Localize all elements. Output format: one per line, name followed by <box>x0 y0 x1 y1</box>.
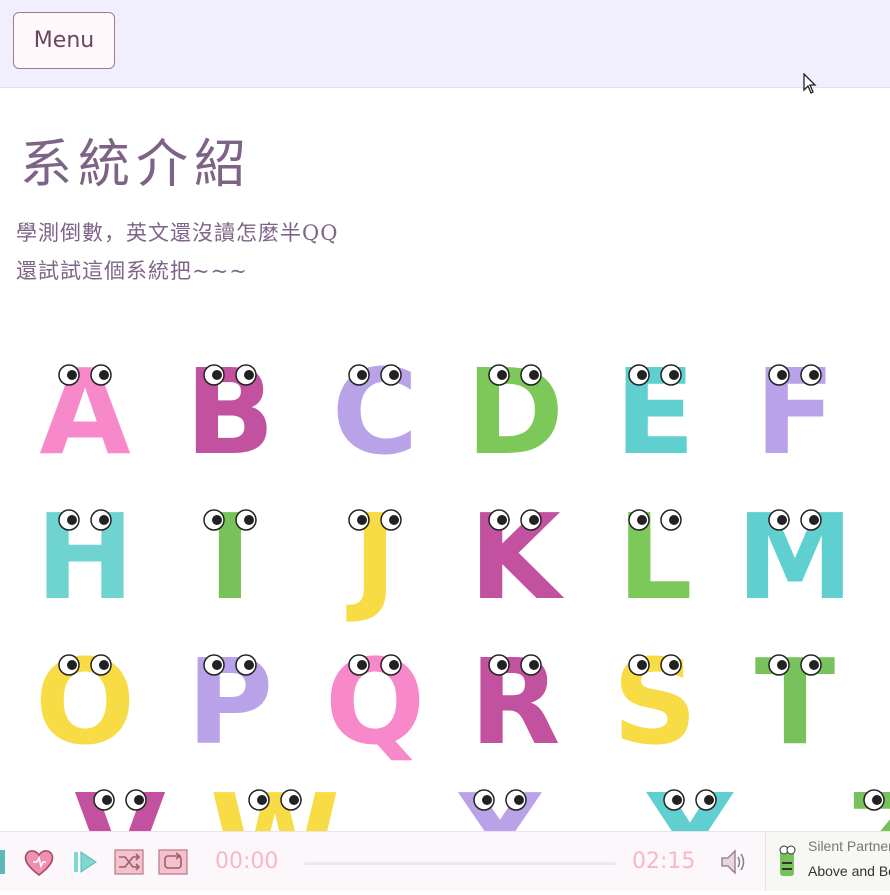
heart-icon[interactable] <box>22 846 56 878</box>
monster-thumbnail-icon <box>779 845 796 876</box>
monster-letter-h: H <box>25 480 145 626</box>
monster-letter-e: E <box>595 335 715 481</box>
monster-letter-a: A <box>25 335 145 481</box>
svg-text:S: S <box>613 633 698 771</box>
monster-letter-i: I <box>170 480 290 626</box>
track-title: Silent Partner <box>808 838 890 854</box>
svg-text:E: E <box>615 343 696 481</box>
monster-letter-s: S <box>595 625 715 771</box>
monster-letter-b: B <box>170 335 290 481</box>
svg-text:J: J <box>346 488 397 626</box>
monster-letter-c: C <box>315 335 435 481</box>
svg-text:B: B <box>185 343 275 481</box>
page-title: 系統介紹 <box>20 135 253 195</box>
svg-text:I: I <box>208 488 252 626</box>
svg-text:Q: Q <box>325 633 425 771</box>
monster-letter-d: D <box>455 335 575 481</box>
svg-text:R: R <box>470 633 561 771</box>
svg-text:P: P <box>187 633 273 771</box>
monster-letter-t: T <box>735 625 855 771</box>
svg-text:M: M <box>736 488 853 626</box>
prev-edge-icon <box>0 850 5 874</box>
mouse-cursor-icon <box>803 73 817 94</box>
repeat-icon[interactable] <box>156 846 190 878</box>
monster-letter-f: F <box>735 335 855 481</box>
svg-text:H: H <box>36 488 135 626</box>
svg-text:T: T <box>755 633 836 771</box>
svg-text:L: L <box>617 488 692 626</box>
top-bar: Menu <box>0 0 890 94</box>
progress-bar[interactable] <box>304 862 616 865</box>
svg-text:K: K <box>469 488 565 626</box>
now-playing-panel: Silent Partner Above and Beyond <box>765 832 890 891</box>
monster-letter-o: O <box>25 625 145 771</box>
intro-text: 學測倒數，英文還沒讀怎麼半QQ 還試試這個系統把~~~ <box>16 214 338 290</box>
duration-time: 02:15 <box>632 849 696 874</box>
svg-text:O: O <box>35 633 135 771</box>
music-player: 00:00 02:15 Silent Partner Above and Bey… <box>0 831 890 891</box>
monster-letter-p: P <box>170 625 290 771</box>
svg-text:D: D <box>466 343 564 481</box>
svg-text:A: A <box>39 343 130 481</box>
monster-letter-q: Q <box>315 625 435 771</box>
svg-text:F: F <box>755 343 836 481</box>
intro-line: 還試試這個系統把~~~ <box>16 259 248 283</box>
intro-line: 學測倒數，英文還沒讀怎麼半QQ <box>16 221 339 245</box>
menu-button[interactable]: Menu <box>13 12 115 69</box>
play-icon[interactable] <box>68 846 102 878</box>
current-time: 00:00 <box>215 849 279 874</box>
monster-alphabet-illustration: ABCDEFHIJKLMOPQRSTVWXYZ <box>0 330 890 895</box>
monster-letter-l: L <box>595 480 715 626</box>
monster-letter-j: J <box>315 480 435 626</box>
svg-text:C: C <box>332 343 419 481</box>
monster-letter-r: R <box>455 625 575 771</box>
monster-letter-m: M <box>735 480 855 626</box>
volume-icon[interactable] <box>716 846 750 878</box>
shuffle-icon[interactable] <box>112 846 146 878</box>
track-subtitle: Above and Beyond <box>808 863 890 879</box>
monster-letter-k: K <box>455 480 575 626</box>
